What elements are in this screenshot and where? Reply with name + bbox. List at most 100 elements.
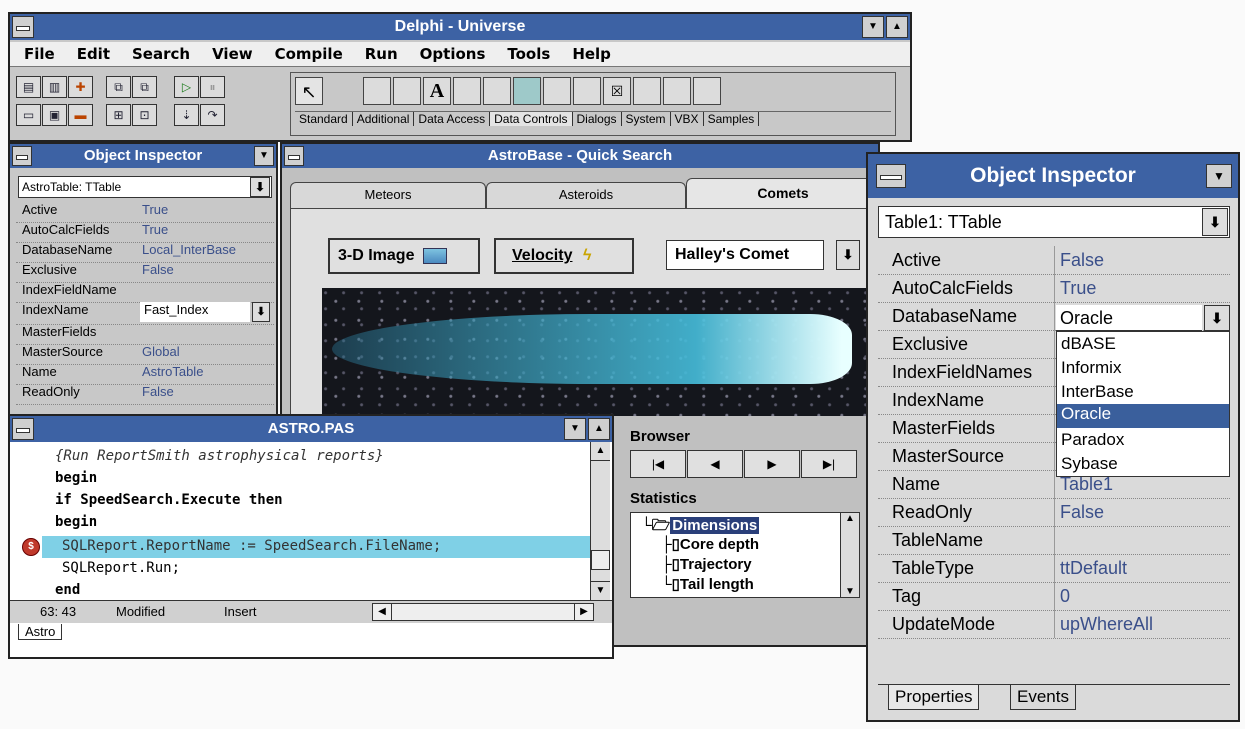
db-option-selected[interactable]: Oracle <box>1057 404 1229 428</box>
scroll-thumb[interactable] <box>591 550 610 570</box>
tab-events[interactable]: Events <box>1010 685 1076 710</box>
editor-hscrollbar[interactable]: ◀ ▶ <box>372 603 594 621</box>
main-titlebar[interactable]: Delphi - Universe <box>10 14 910 40</box>
toggle-form-icon[interactable]: ⊞ <box>106 104 131 126</box>
palette-tab-standard[interactable]: Standard <box>295 112 353 126</box>
right-inspector-control-button[interactable] <box>876 164 906 188</box>
add-file-icon[interactable]: ✚ <box>68 76 93 98</box>
database-name-editor[interactable]: Oracle <box>1056 305 1202 331</box>
select-form-icon[interactable]: ⧉ <box>132 76 157 98</box>
tab-properties[interactable]: Properties <box>888 685 980 710</box>
main-maximize-button[interactable]: ▲ <box>886 16 908 38</box>
scroll-up-icon[interactable]: ▲ <box>591 442 610 461</box>
right-inspector-titlebar[interactable]: Object Inspector <box>868 154 1238 198</box>
step-over-icon[interactable]: ↷ <box>200 104 225 126</box>
dbnavigator-component-icon[interactable] <box>633 77 661 105</box>
database-name-dropdown-icon[interactable]: ⬇ <box>1204 305 1230 331</box>
dblistbox-component-icon[interactable] <box>573 77 601 105</box>
left-prop-row[interactable]: Name AstroTable <box>16 364 274 385</box>
palette-tab-dialogs[interactable]: Dialogs <box>572 112 622 126</box>
left-inspector-control-button[interactable] <box>12 146 32 166</box>
nav-last-button[interactable]: ▶| <box>801 450 857 478</box>
palette-tab-data-controls[interactable]: Data Controls <box>490 112 573 126</box>
dbedit-component-icon[interactable] <box>453 77 481 105</box>
dbgrid-component-icon[interactable] <box>483 77 511 105</box>
left-object-selector[interactable]: AstroTable: TTable <box>18 176 272 198</box>
right-prop-row[interactable]: TableType ttDefault <box>878 554 1230 583</box>
trace-into-icon[interactable]: ⇣ <box>174 104 199 126</box>
breakpoint-icon[interactable]: $ <box>22 538 40 556</box>
left-inspector-minimize-button[interactable]: ▼ <box>254 146 274 166</box>
dblookup-component-icon[interactable] <box>693 77 721 105</box>
left-prop-row-selected[interactable]: IndexName Fast_Index ⬇ <box>16 302 274 325</box>
save-project-icon[interactable]: ▥ <box>42 76 67 98</box>
left-prop-row[interactable]: IndexFieldName <box>16 282 274 303</box>
right-selector-dropdown-icon[interactable]: ⬇ <box>1202 208 1228 236</box>
tree-node-core-depth[interactable]: ├▯Core depth <box>661 535 759 553</box>
editor-vscrollbar[interactable]: ▲ ▼ <box>590 442 610 600</box>
menu-help[interactable]: Help <box>572 42 611 63</box>
left-indexname-dropdown-icon[interactable]: ⬇ <box>252 302 270 322</box>
left-prop-row[interactable]: Exclusive False <box>16 262 274 283</box>
menu-file[interactable]: File <box>24 42 55 63</box>
label-component-icon[interactable]: A <box>423 77 451 105</box>
select-unit-icon[interactable]: ⧉ <box>106 76 131 98</box>
tree-node-trajectory[interactable]: ├▯Trajectory <box>661 555 752 573</box>
scroll-down-icon[interactable]: ▼ <box>591 581 610 600</box>
scroll-down-icon[interactable]: ▼ <box>841 586 859 597</box>
left-prop-row[interactable]: ReadOnly False <box>16 384 274 405</box>
left-prop-row[interactable]: MasterFields <box>16 324 274 345</box>
new-form-icon[interactable]: ⊡ <box>132 104 157 126</box>
db-option[interactable]: Sybase <box>1061 454 1118 474</box>
save-file-icon[interactable]: ▣ <box>42 104 67 126</box>
menu-run[interactable]: Run <box>365 42 398 63</box>
dbimage-component-icon[interactable] <box>513 77 541 105</box>
edit-component-icon[interactable] <box>393 77 421 105</box>
palette-tab-samples[interactable]: Samples <box>703 112 760 126</box>
right-prop-row[interactable]: ReadOnly False <box>878 498 1230 527</box>
astrobase-control-button[interactable] <box>284 146 304 166</box>
right-prop-row[interactable]: TableName <box>878 526 1230 555</box>
editor-titlebar[interactable]: ASTRO.PAS <box>10 416 612 442</box>
nav-first-button[interactable]: |◀ <box>630 450 686 478</box>
main-minimize-button[interactable]: ▼ <box>862 16 884 38</box>
tree-node-tail-length[interactable]: └▯Tail length <box>661 575 754 593</box>
right-prop-row[interactable]: AutoCalcFields True <box>878 274 1230 303</box>
editor-tab-astro[interactable]: Astro <box>18 624 63 640</box>
open-file-icon[interactable]: ▭ <box>16 104 41 126</box>
comet-select-dropdown-icon[interactable]: ⬇ <box>836 240 860 270</box>
pointer-icon[interactable]: ↖ <box>295 77 323 105</box>
comet-select[interactable]: Halley's Comet <box>666 240 824 270</box>
right-prop-row[interactable]: Tag 0 <box>878 582 1230 611</box>
right-prop-row[interactable]: UpdateMode upWhereAll <box>878 610 1230 639</box>
nav-prior-button[interactable]: ◀ <box>687 450 743 478</box>
tab-asteroids[interactable]: Asteroids <box>486 182 686 208</box>
left-prop-row[interactable]: AutoCalcFields True <box>16 222 274 243</box>
editor-minimize-button[interactable]: ▼ <box>564 418 586 440</box>
pause-icon[interactable]: ⏸ <box>200 76 225 98</box>
left-prop-row[interactable]: DatabaseName Local_InterBase <box>16 242 274 263</box>
left-inspector-titlebar[interactable]: Object Inspector <box>10 144 276 168</box>
menu-edit[interactable]: Edit <box>77 42 110 63</box>
menu-tools[interactable]: Tools <box>507 42 550 63</box>
tab-comets[interactable]: Comets <box>686 178 880 208</box>
left-selector-dropdown-icon[interactable]: ⬇ <box>250 177 270 197</box>
code-area[interactable]: {Run ReportSmith astrophysical reports} … <box>10 442 590 600</box>
astrobase-titlebar[interactable]: AstroBase - Quick Search <box>282 144 878 168</box>
db-option[interactable]: dBASE <box>1061 334 1116 354</box>
palette-tab-data-access[interactable]: Data Access <box>414 112 491 126</box>
left-prop-row[interactable]: Active True <box>16 202 274 223</box>
right-prop-row[interactable]: Active False <box>878 246 1230 275</box>
tab-meteors[interactable]: Meteors <box>290 182 486 208</box>
db-option[interactable]: Informix <box>1061 358 1121 378</box>
menu-view[interactable]: View <box>212 42 253 63</box>
dbtext-component-icon[interactable] <box>663 77 691 105</box>
palette-tab-additional[interactable]: Additional <box>352 112 415 126</box>
right-object-selector[interactable]: Table1: TTable <box>878 206 1230 238</box>
menu-search[interactable]: Search <box>132 42 190 63</box>
palette-tab-vbx[interactable]: VBX <box>670 112 704 126</box>
scroll-right-icon[interactable]: ▶ <box>574 604 593 620</box>
editor-control-button[interactable] <box>12 418 34 440</box>
editor-maximize-button[interactable]: ▲ <box>588 418 610 440</box>
dbmemo-component-icon[interactable] <box>543 77 571 105</box>
